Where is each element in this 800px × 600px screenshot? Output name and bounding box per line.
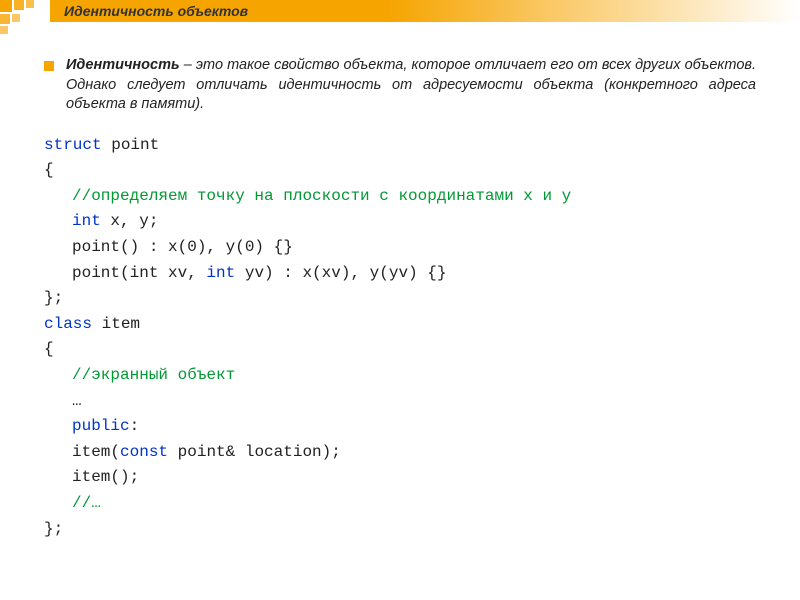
code-comment-3: //… (72, 494, 101, 512)
kw-public: public (72, 417, 130, 435)
code-comment-1: //определяем точку на плоскости с коорди… (72, 187, 571, 205)
code-point: point (102, 136, 160, 154)
code-item: item (92, 315, 140, 333)
code-ctor-1: point() : x(0), y(0) {} (72, 238, 293, 256)
code-ctor-2a: point(int xv, (72, 264, 206, 282)
code-brace-close-2: }; (44, 520, 63, 538)
code-brace-close-1: }; (44, 289, 63, 307)
kw-class: class (44, 315, 92, 333)
code-block: struct point { //определяем точку на пло… (44, 133, 756, 543)
definition-paragraph: Идентичность – это такое свойство объект… (44, 56, 756, 115)
code-item-ctor-1b: point& location); (168, 443, 341, 461)
code-ctor-2b: yv) : x(xv), y(yv) {} (235, 264, 446, 282)
code-item-ctor-2: item(); (72, 468, 139, 486)
code-colon: : (130, 417, 140, 435)
kw-int-1: int (72, 212, 101, 230)
code-brace-open-2: { (44, 340, 54, 358)
kw-const: const (120, 443, 168, 461)
kw-struct: struct (44, 136, 102, 154)
code-brace-open: { (44, 161, 54, 179)
kw-int-2: int (206, 264, 235, 282)
definition-lead: Идентичность (66, 57, 180, 73)
slide-content: Идентичность – это такое свойство объект… (0, 36, 800, 542)
definition-text: Идентичность – это такое свойство объект… (66, 56, 756, 115)
bullet-square-icon (44, 61, 54, 71)
code-ellipsis: … (72, 392, 82, 410)
decor-squares (0, 0, 50, 40)
slide-header: Идентичность объектов (0, 0, 800, 36)
slide-title: Идентичность объектов (50, 0, 800, 22)
code-xy: x, y; (101, 212, 159, 230)
code-comment-2: //экранный объект (72, 366, 235, 384)
code-item-ctor-1a: item( (72, 443, 120, 461)
